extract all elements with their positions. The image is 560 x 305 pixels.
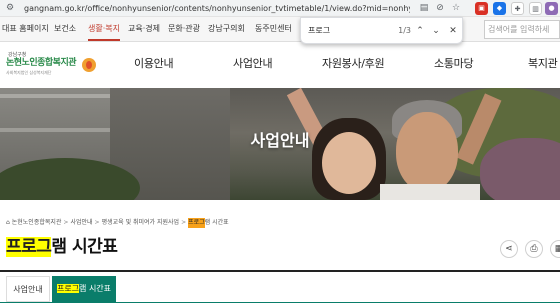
browser-address-bar: ⚙ gangnam.go.kr/office/nonhyunsenior/con… [0, 0, 560, 17]
main-navigation: 강남구청 논현노인종합복지관 사회복지법인 삼성복지재단 이용안내 사업안내 자… [0, 42, 560, 88]
nav-item-volunteer[interactable]: 자원봉사/후원 [322, 56, 385, 72]
nav-item-welfare-center[interactable]: 복지관 [528, 56, 558, 72]
sub-tabs-divider [0, 302, 560, 303]
url-field[interactable]: gangnam.go.kr/office/nonhyunsenior/conte… [24, 1, 410, 16]
breadcrumb-item[interactable]: 논현노인종합복지관 [12, 218, 62, 228]
nav-item-usage-guide[interactable]: 이용안내 [134, 56, 174, 72]
breadcrumb-separator-icon: > [94, 219, 100, 226]
site-tab-education[interactable]: 교육·경제 [128, 17, 160, 41]
breadcrumb-separator-icon: > [181, 219, 187, 226]
page-title-rest: 램 시간표 [51, 237, 118, 257]
profile-avatar[interactable]: ● [545, 2, 558, 15]
site-tab-health[interactable]: 보건소 [54, 17, 76, 41]
logo-name: 논현노인종합복지관 [6, 58, 77, 68]
extension-icon[interactable]: ▣ [475, 2, 488, 15]
site-search-input[interactable]: 검색어를 입력하세 [484, 20, 560, 39]
breadcrumb-item[interactable]: 평생교육 및 취미여가 지원사업 [102, 218, 179, 228]
site-tab-main[interactable]: 대표 홈페이지 [2, 17, 49, 41]
site-top-tabs: 대표 홈페이지 보건소 생활·복지 교육·경제 문화·관광 강남구의회 동주민센… [0, 17, 560, 42]
breadcrumb-current-highlight: 프로그 [188, 218, 205, 228]
page-action-icon[interactable]: ▤ [418, 2, 430, 14]
tab-program-schedule[interactable]: 프로그램 시간표 [52, 276, 116, 302]
breadcrumb-separator-icon: > [63, 219, 69, 226]
extension-icon[interactable]: ◆ [493, 2, 506, 15]
hero-title: 사업안내 [250, 131, 310, 150]
more-icon[interactable]: ▦ [550, 240, 560, 258]
site-info-icon[interactable]: ⚙ [4, 2, 16, 14]
find-match-count: 1/3 [398, 26, 411, 35]
sub-tabs: 사업안내 프로그램 시간표 [0, 276, 560, 305]
share-icon[interactable]: ⋖ [500, 240, 518, 258]
breadcrumb: ⌂ 논현노인종합복지관 > 사업안내 > 평생교육 및 취미여가 지원사업 > 프로그램 시… [6, 218, 229, 228]
page-title-highlight: 프로그 [6, 237, 52, 257]
tab-label-highlight: 프로그 [56, 284, 80, 293]
logo-subtitle: 사회복지법인 삼성복지재단 [6, 70, 52, 75]
page-title: 프로그램 시간표 [6, 236, 118, 258]
title-divider [0, 270, 560, 272]
site-tab-community-center[interactable]: 동주민센터 [255, 17, 292, 41]
tab-label-rest: 램 시간표 [79, 284, 112, 293]
logo-mark-icon [82, 58, 96, 72]
tab-business-info[interactable]: 사업안내 [6, 276, 50, 302]
breadcrumb-item[interactable]: 사업안내 [70, 218, 92, 228]
find-bar: 프로그 1/3 ⌃ ⌄ ✕ [300, 17, 463, 44]
tracking-icon[interactable]: ⊘ [434, 2, 446, 14]
find-close-button[interactable]: ✕ [447, 24, 459, 38]
site-tab-welfare[interactable]: 생활·복지 [88, 17, 120, 41]
site-logo[interactable]: 강남구청 논현노인종합복지관 사회복지법인 삼성복지재단 [6, 52, 96, 80]
nav-item-business[interactable]: 사업안내 [233, 56, 273, 72]
bookmark-star-icon[interactable]: ☆ [450, 2, 462, 14]
find-next-button[interactable]: ⌄ [430, 24, 442, 38]
find-input[interactable]: 프로그 [308, 24, 388, 38]
find-previous-button[interactable]: ⌃ [414, 24, 426, 38]
site-tab-council[interactable]: 강남구의회 [208, 17, 245, 41]
home-icon[interactable]: ⌂ [6, 218, 10, 228]
extensions-puzzle-icon[interactable]: ✚ [511, 2, 524, 15]
breadcrumb-current: 램 시간표 [204, 219, 229, 226]
site-tab-culture[interactable]: 문화·관광 [168, 17, 200, 41]
print-icon[interactable]: ⎙ [525, 240, 543, 258]
hero-banner: 사업안내 [0, 88, 560, 200]
sidebar-icon[interactable]: ▥ [529, 2, 542, 15]
nav-item-community[interactable]: 소통마당 [434, 56, 474, 72]
